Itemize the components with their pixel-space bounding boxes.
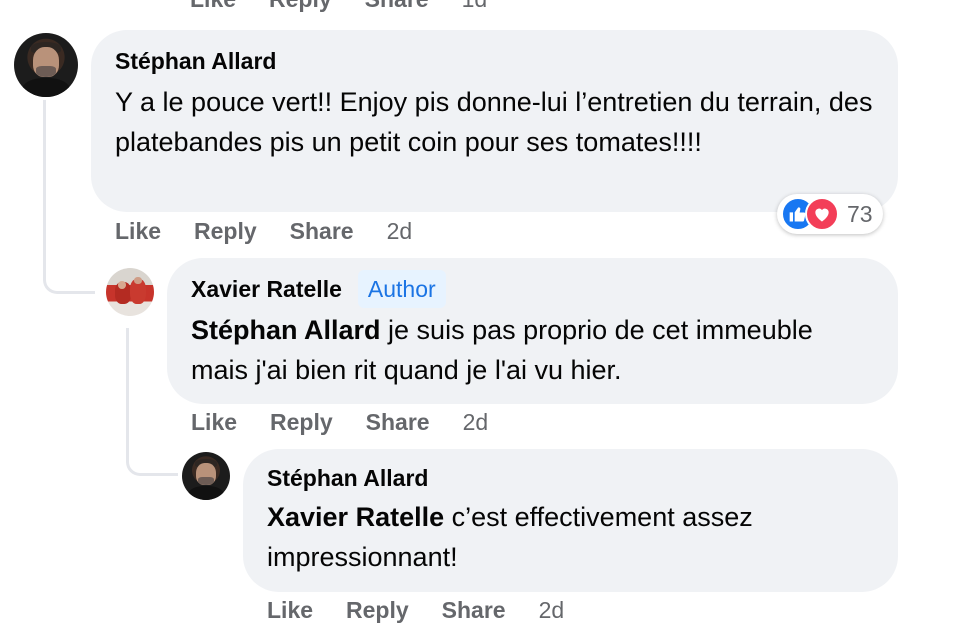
comment-text: Stéphan Allard je suis pas proprio de ce… bbox=[191, 310, 874, 390]
comment-actions: Like Reply Share 2d bbox=[115, 218, 412, 245]
reply-button[interactable]: Reply bbox=[270, 409, 333, 436]
comment-author[interactable]: Stéphan Allard bbox=[115, 46, 874, 76]
share-button[interactable]: Share bbox=[442, 597, 506, 624]
share-button[interactable]: Share bbox=[365, 0, 429, 13]
comment-text: Y a le pouce vert!! Enjoy pis donne-lui … bbox=[115, 87, 873, 157]
comment-author-row: Xavier Ratelle Author bbox=[191, 270, 874, 308]
reaction-summary[interactable]: 73 bbox=[777, 194, 883, 234]
share-button[interactable]: Share bbox=[290, 218, 354, 245]
avatar[interactable] bbox=[182, 452, 230, 500]
reply-button[interactable]: Reply bbox=[346, 597, 409, 624]
comment-bubble: Xavier Ratelle Author Stéphan Allard je … bbox=[167, 258, 898, 404]
like-button[interactable]: Like bbox=[191, 409, 237, 436]
mention-link[interactable]: Stéphan Allard bbox=[191, 315, 381, 345]
love-icon bbox=[805, 197, 839, 231]
comment-actions: Like Reply Share 2d bbox=[267, 597, 564, 624]
timestamp[interactable]: 2d bbox=[539, 597, 565, 624]
comment-author[interactable]: Stéphan Allard bbox=[267, 463, 874, 493]
timestamp[interactable]: 2d bbox=[463, 409, 489, 436]
like-button[interactable]: Like bbox=[190, 0, 236, 13]
like-button[interactable]: Like bbox=[115, 218, 161, 245]
avatar[interactable] bbox=[14, 33, 78, 97]
comment-bubble: Stéphan Allard Y a le pouce vert!! Enjoy… bbox=[91, 30, 898, 212]
comment-text: Xavier Ratelle c’est effectivement assez… bbox=[267, 497, 874, 577]
mention-link[interactable]: Xavier Ratelle bbox=[267, 502, 444, 532]
comment-bubble: Stéphan Allard Xavier Ratelle c’est effe… bbox=[243, 449, 898, 592]
thread-connector-line bbox=[43, 100, 95, 294]
reaction-count: 73 bbox=[847, 200, 873, 227]
timestamp[interactable]: 1d bbox=[462, 0, 488, 13]
share-button[interactable]: Share bbox=[366, 409, 430, 436]
comment-actions: Like Reply Share 2d bbox=[191, 409, 488, 436]
previous-comment-actions: Like Reply Share 1d bbox=[190, 0, 487, 13]
comment-author[interactable]: Xavier Ratelle bbox=[191, 274, 342, 304]
timestamp[interactable]: 2d bbox=[387, 218, 413, 245]
like-button[interactable]: Like bbox=[267, 597, 313, 624]
reply-button[interactable]: Reply bbox=[194, 218, 257, 245]
reply-button[interactable]: Reply bbox=[269, 0, 332, 13]
author-badge: Author bbox=[357, 270, 446, 308]
avatar[interactable] bbox=[106, 268, 154, 316]
